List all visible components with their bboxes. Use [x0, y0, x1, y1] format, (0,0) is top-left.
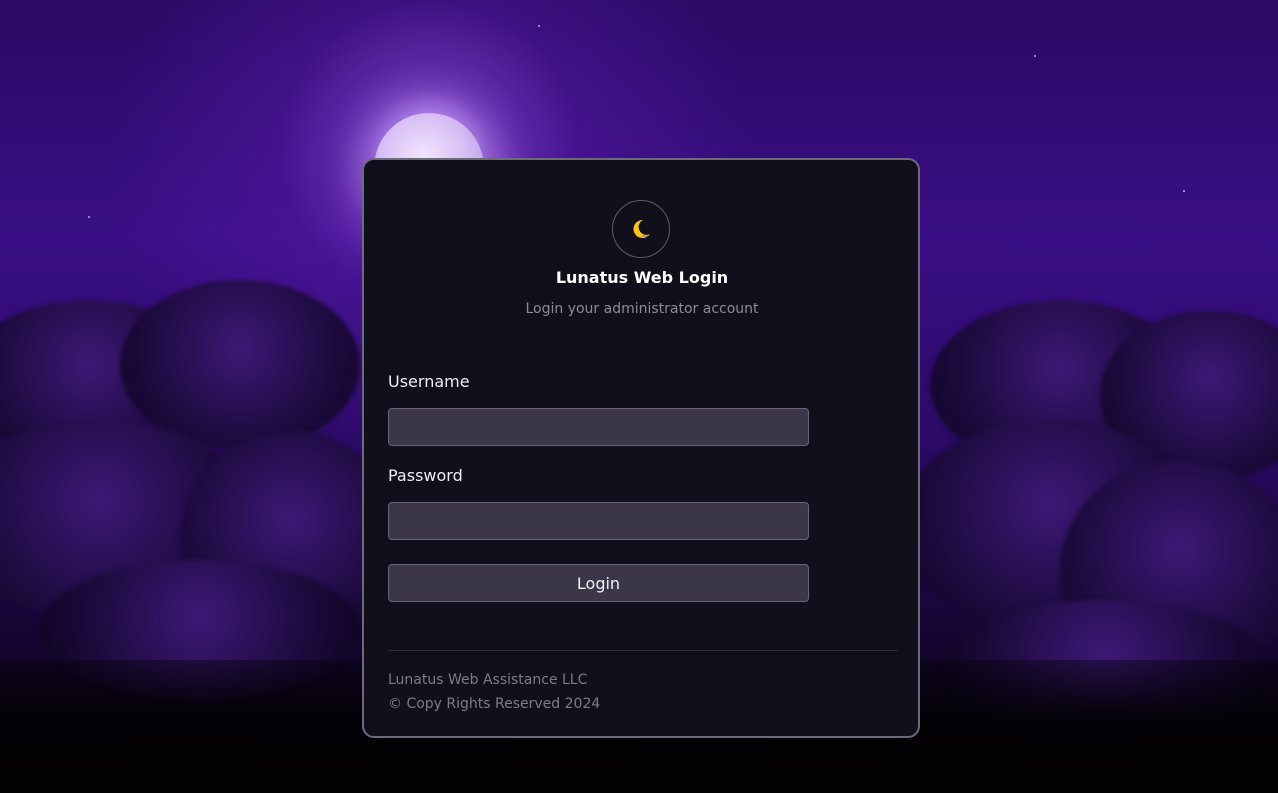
footer-divider	[388, 650, 898, 651]
footer-company: Lunatus Web Assistance LLC	[388, 672, 588, 688]
star	[88, 216, 90, 218]
login-card: Lunatus Web Login Login your administrat…	[362, 158, 920, 738]
star	[1034, 55, 1036, 57]
star	[538, 25, 540, 27]
cloud	[120, 280, 360, 450]
username-label: Username	[388, 372, 470, 391]
logo-badge	[612, 200, 670, 258]
password-label: Password	[388, 466, 463, 485]
crescent-moon-icon	[628, 216, 654, 242]
login-button[interactable]: Login	[388, 564, 809, 602]
star	[1183, 190, 1185, 192]
footer-copyright: © Copy Rights Reserved 2024	[388, 696, 601, 712]
login-subtitle: Login your administrator account	[525, 301, 759, 317]
login-title: Lunatus Web Login	[555, 268, 729, 287]
username-input[interactable]	[388, 408, 809, 446]
password-input[interactable]	[388, 502, 809, 540]
